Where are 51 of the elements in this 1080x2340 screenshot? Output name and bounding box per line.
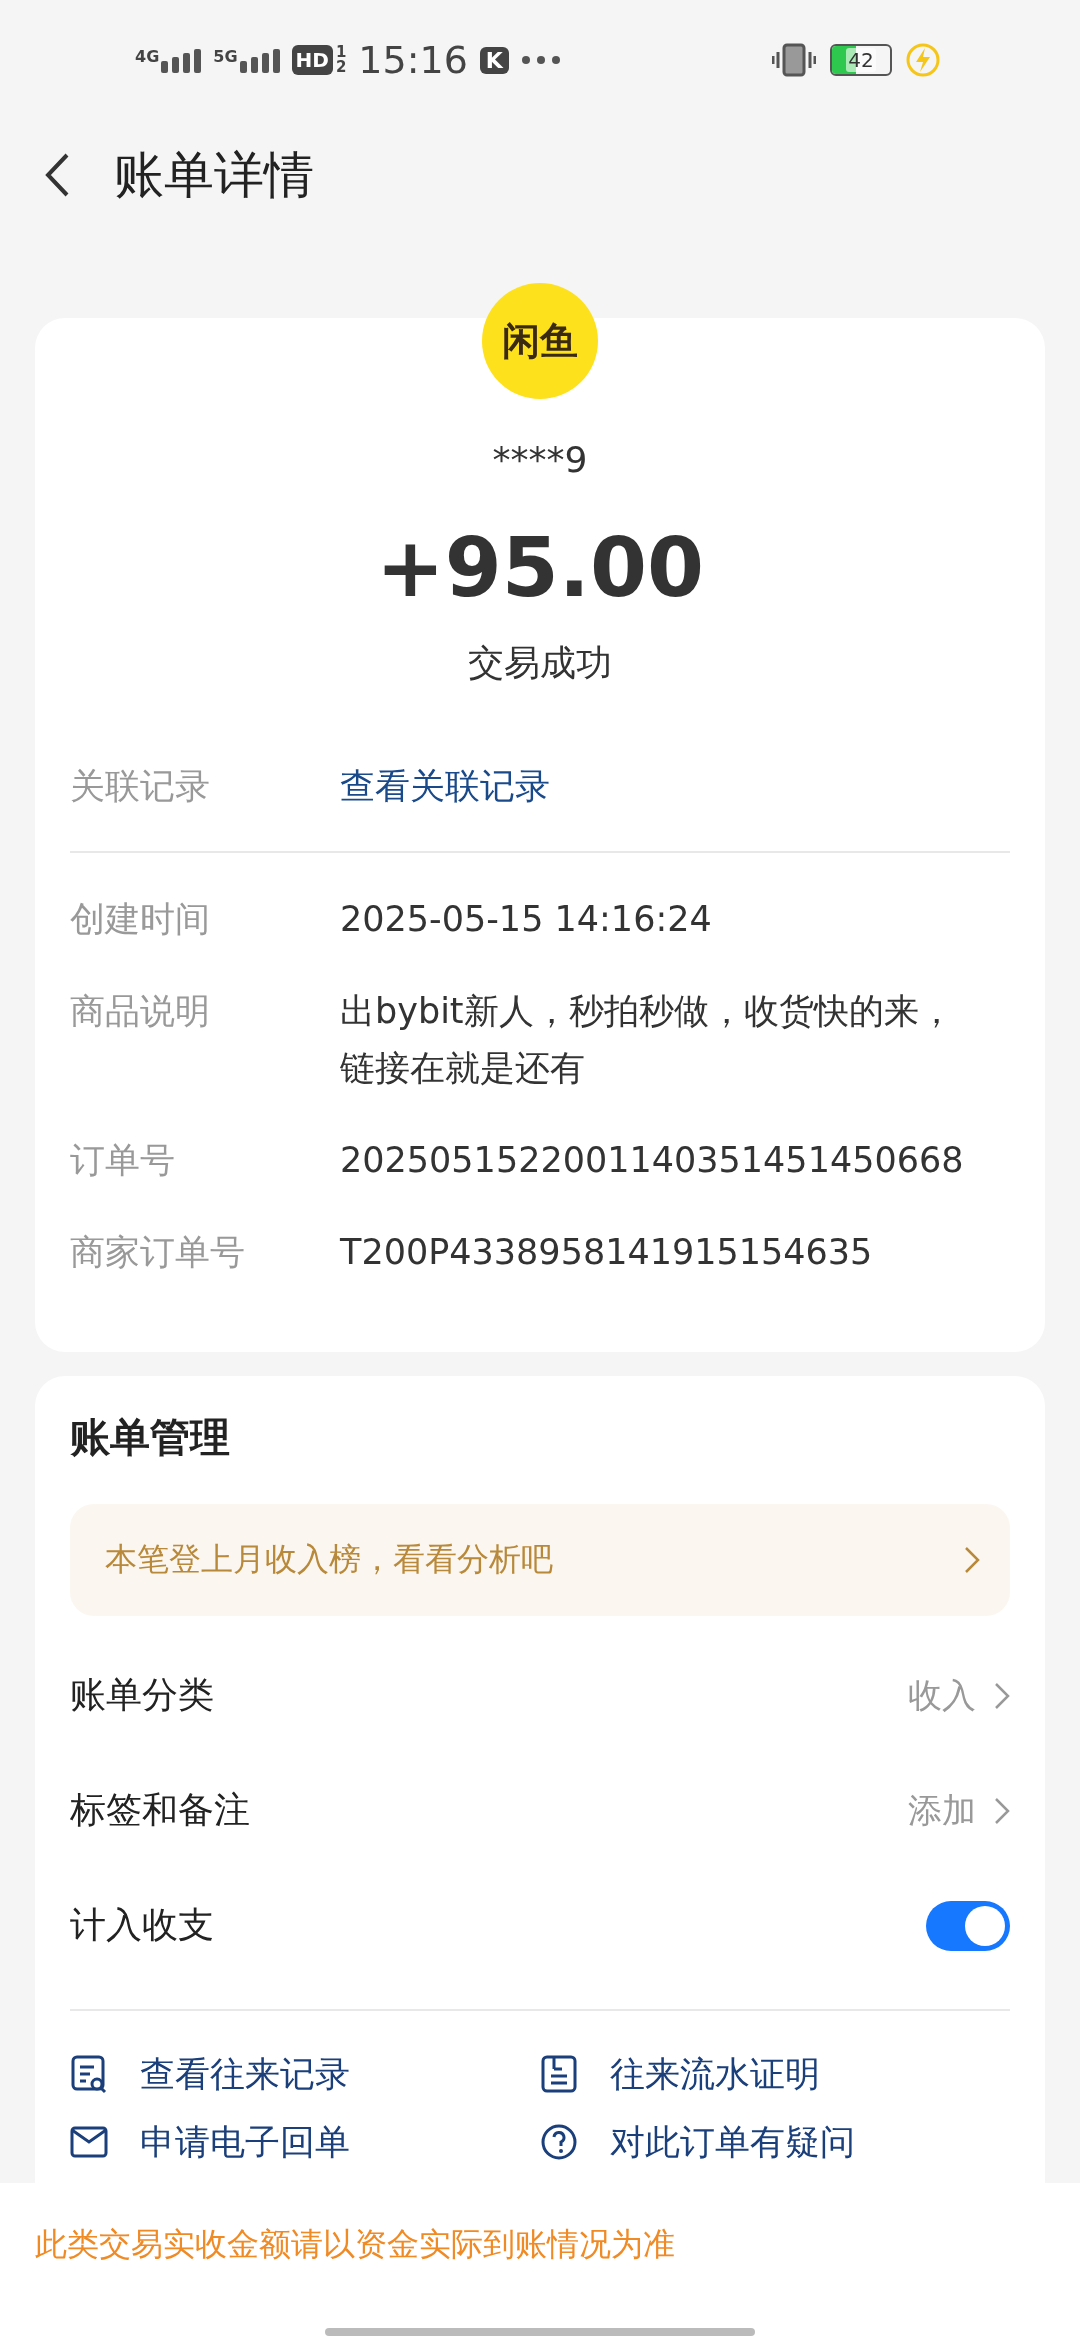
transaction-status: 交易成功 bbox=[467, 641, 613, 685]
vibrate-icon bbox=[772, 43, 816, 77]
setting-row[interactable]: 计入收支 bbox=[70, 1868, 1010, 1983]
setting-row[interactable]: 标签和备注 添加 bbox=[70, 1753, 1010, 1868]
linked-record-link[interactable]: 查看关联记录 bbox=[340, 758, 550, 815]
document-icon bbox=[540, 2054, 578, 2094]
page-title: 账单详情 bbox=[114, 144, 314, 206]
field-value: T200P4338958141915154635 bbox=[340, 1231, 873, 1274]
sim-number: 1 bbox=[335, 45, 347, 60]
banner-text: 本笔登上月收入榜，看看分析吧 bbox=[105, 1539, 553, 1580]
action-link[interactable]: 申请电子回单 bbox=[70, 2117, 540, 2167]
setting-row[interactable]: 账单分类 收入 bbox=[70, 1638, 1010, 1753]
setting-label: 标签和备注 bbox=[70, 1788, 250, 1832]
question-icon bbox=[540, 2124, 578, 2160]
counterparty-name: ****9 bbox=[491, 438, 589, 482]
field-label: 商品说明 bbox=[70, 990, 211, 1033]
envelope-icon bbox=[70, 2126, 108, 2158]
back-icon bbox=[44, 152, 70, 198]
merchant-logo: 闲鱼 bbox=[482, 283, 598, 399]
field-label: 关联记录 bbox=[70, 765, 211, 808]
chevron-icon bbox=[994, 1681, 1010, 1710]
setting-value: 添加 bbox=[908, 1788, 976, 1832]
app-badge: K bbox=[479, 46, 509, 74]
signal-icon bbox=[239, 47, 280, 73]
setting-value: 收入 bbox=[908, 1673, 976, 1717]
battery-indicator: 42 bbox=[830, 44, 892, 76]
setting-label: 账单分类 bbox=[70, 1673, 214, 1717]
action-link[interactable]: 往来流水证明 bbox=[540, 2049, 1010, 2099]
section-title: 账单管理 bbox=[70, 1413, 231, 1462]
field-label: 创建时间 bbox=[70, 898, 211, 941]
field-value: 2025051522001140351451450668 bbox=[340, 1139, 964, 1182]
more-icon bbox=[520, 55, 561, 65]
clock: 15:16 bbox=[358, 38, 468, 82]
amount: +95.00 bbox=[374, 519, 706, 617]
network-label: 5G bbox=[213, 47, 238, 66]
field-value: 2025-05-15 14:16:24 bbox=[340, 898, 712, 941]
field-label: 商家订单号 bbox=[70, 1231, 246, 1274]
setting-label: 计入收支 bbox=[70, 1903, 214, 1947]
document-search-icon bbox=[70, 2054, 108, 2094]
notice-text: 此类交易实收金额请以资金实际到账情况为准 bbox=[35, 2224, 675, 2265]
action-link[interactable]: 查看往来记录 bbox=[70, 2049, 540, 2099]
toggle-switch[interactable] bbox=[926, 1900, 1010, 1951]
action-link[interactable]: 对此订单有疑问 bbox=[540, 2117, 1010, 2167]
field-value: 出bybit新人，秒拍秒做，收货快的来，链接在就是还有 bbox=[340, 990, 955, 1090]
signal-icon bbox=[161, 47, 202, 73]
hd-badge: HD bbox=[291, 45, 333, 75]
chevron-icon bbox=[994, 1796, 1010, 1825]
field-label: 订单号 bbox=[70, 1139, 176, 1182]
sim-number: 2 bbox=[335, 60, 347, 75]
chevron-icon bbox=[964, 1546, 980, 1574]
network-label: 4G bbox=[135, 47, 160, 66]
